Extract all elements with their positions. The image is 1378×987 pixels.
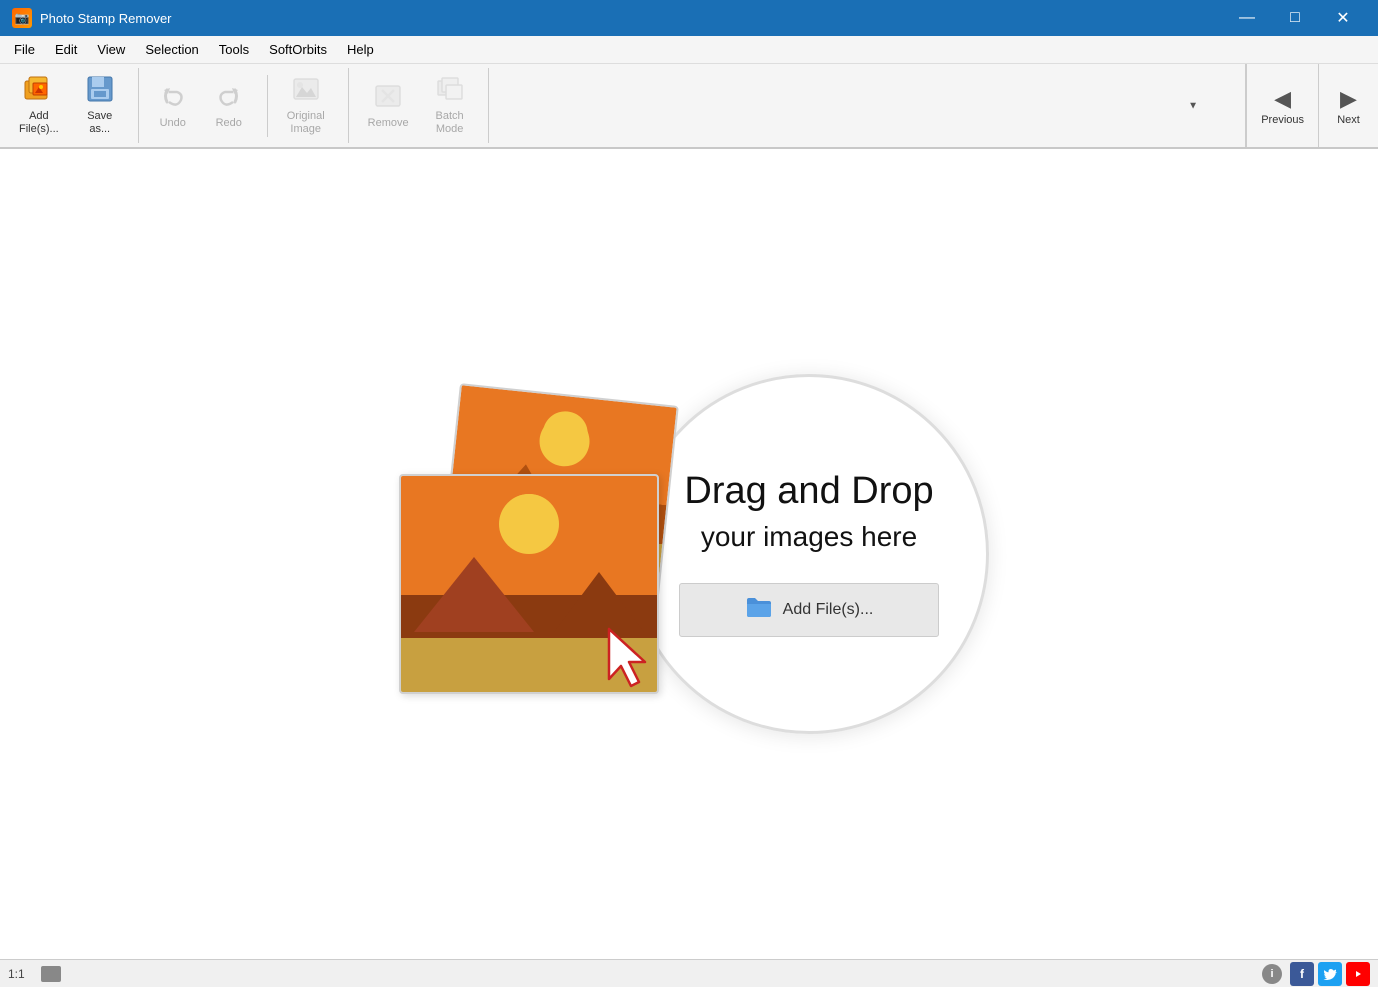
toolbar-group-image: OriginalImage xyxy=(276,68,349,143)
drag-drop-title: Drag and Drop xyxy=(684,471,933,513)
redo-label: Redo xyxy=(216,117,242,130)
toolbar-nav: ◀ Previous ▶ Next xyxy=(1245,64,1378,147)
youtube-icon[interactable] xyxy=(1346,962,1370,986)
main-content: Drag and Drop your images here Add File(… xyxy=(0,149,1378,959)
add-files-button[interactable]: AddFile(s)... xyxy=(8,68,70,143)
save-as-label: Saveas... xyxy=(87,110,112,136)
zoom-level: 1:1 xyxy=(8,967,25,981)
status-bar: 1:1 i f xyxy=(0,959,1378,987)
original-image-button[interactable]: OriginalImage xyxy=(276,68,336,143)
social-links: f xyxy=(1290,962,1370,986)
toolbar-group-files: AddFile(s)... Saveas... xyxy=(8,68,139,143)
add-files-label: AddFile(s)... xyxy=(19,110,59,136)
add-files-circle-button[interactable]: Add File(s)... xyxy=(679,583,939,637)
menu-file[interactable]: File xyxy=(4,38,45,61)
batch-mode-label: BatchMode xyxy=(436,110,464,136)
previous-button[interactable]: ◀ Previous xyxy=(1246,64,1318,147)
menu-edit[interactable]: Edit xyxy=(45,38,87,61)
next-icon: ▶ xyxy=(1340,86,1357,112)
image-stack-illustration xyxy=(389,394,709,714)
drag-drop-subtitle: your images here xyxy=(701,521,917,553)
remove-label: Remove xyxy=(368,117,409,130)
cursor-illustration xyxy=(599,624,659,694)
menu-tools[interactable]: Tools xyxy=(209,38,259,61)
redo-icon xyxy=(215,82,243,115)
toolbar-group-edit: Undo Redo xyxy=(147,75,268,137)
title-bar: 📷 Photo Stamp Remover — □ ✕ xyxy=(0,0,1378,36)
toolbar-dropdown-arrow[interactable]: ▼ xyxy=(1188,100,1198,111)
facebook-icon[interactable]: f xyxy=(1290,962,1314,986)
previous-icon: ◀ xyxy=(1274,86,1291,112)
menu-selection[interactable]: Selection xyxy=(135,38,208,61)
menu-view[interactable]: View xyxy=(87,38,135,61)
status-right: i f xyxy=(1262,962,1370,986)
save-icon xyxy=(86,75,114,108)
undo-button[interactable]: Undo xyxy=(147,75,199,137)
menu-bar: File Edit View Selection Tools SoftOrbit… xyxy=(0,36,1378,64)
window-title: Photo Stamp Remover xyxy=(40,11,1224,26)
next-label: Next xyxy=(1337,114,1360,126)
close-button[interactable]: ✕ xyxy=(1320,0,1366,36)
minimize-button[interactable]: — xyxy=(1224,0,1270,36)
undo-icon xyxy=(159,82,187,115)
original-image-icon xyxy=(292,75,320,108)
app-icon: 📷 xyxy=(12,8,32,28)
maximize-button[interactable]: □ xyxy=(1272,0,1318,36)
batch-mode-icon xyxy=(436,75,464,108)
redo-button[interactable]: Redo xyxy=(203,75,255,137)
menu-help[interactable]: Help xyxy=(337,38,384,61)
batch-mode-button[interactable]: BatchMode xyxy=(424,68,476,143)
toolbar-group-remove: Remove BatchMode xyxy=(357,68,489,143)
folder-icon xyxy=(745,596,773,624)
add-files-btn-label: Add File(s)... xyxy=(783,601,874,619)
toolbar: AddFile(s)... Saveas... xyxy=(0,64,1378,149)
remove-button[interactable]: Remove xyxy=(357,75,420,137)
image-thumb-icon xyxy=(41,966,61,982)
add-files-icon xyxy=(23,75,55,108)
remove-icon xyxy=(374,82,402,115)
save-as-button[interactable]: Saveas... xyxy=(74,68,126,143)
info-icon[interactable]: i xyxy=(1262,964,1282,984)
window-controls: — □ ✕ xyxy=(1224,0,1366,36)
next-button[interactable]: ▶ Next xyxy=(1318,64,1378,147)
drop-zone-container: Drag and Drop your images here Add File(… xyxy=(389,374,989,734)
twitter-icon[interactable] xyxy=(1318,962,1342,986)
original-image-label: OriginalImage xyxy=(287,110,325,136)
menu-softorbits[interactable]: SoftOrbits xyxy=(259,38,337,61)
undo-label: Undo xyxy=(160,117,186,130)
previous-label: Previous xyxy=(1261,114,1304,126)
